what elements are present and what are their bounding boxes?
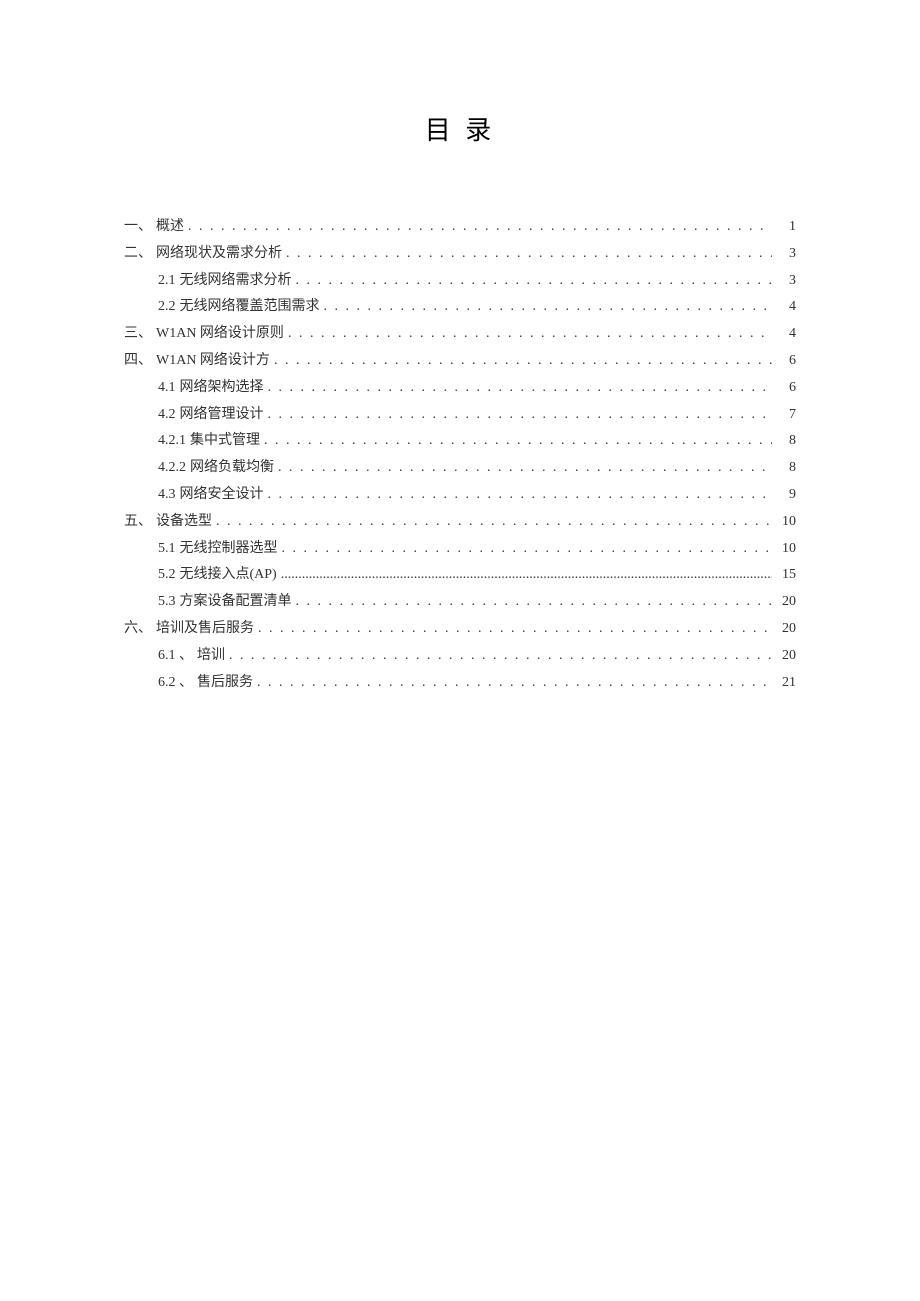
toc-leader — [229, 644, 772, 668]
toc-entry-prefix: 一、 — [124, 215, 152, 239]
toc-leader — [296, 269, 773, 293]
toc-leader — [268, 483, 773, 507]
toc-entry-page: 20 — [776, 617, 796, 641]
toc-entry-text: 培训 — [197, 644, 225, 668]
toc-leader — [264, 429, 772, 453]
toc-entry-page: 4 — [776, 295, 796, 319]
toc-entry-prefix: 4.2.2 — [158, 456, 186, 480]
toc-leader — [278, 456, 772, 480]
toc-entry-text: 培训及售后服务 — [156, 617, 254, 641]
toc-leader — [282, 537, 773, 561]
toc-entry-page: 4 — [776, 322, 796, 346]
toc-entry-prefix: 5.2 — [158, 563, 176, 587]
toc-entry-page: 21 — [776, 671, 796, 695]
toc-entry-prefix: 二、 — [124, 242, 152, 266]
toc-entry-prefix: 四、 — [124, 349, 152, 373]
toc-entry-text: 集中式管理 — [190, 429, 260, 453]
toc-entry-page: 10 — [776, 537, 796, 561]
toc-leader — [296, 590, 773, 614]
toc-entry-text: 售后服务 — [197, 671, 253, 695]
toc-entry-text: 网络负载均衡 — [190, 456, 274, 480]
toc-entry-page: 1 — [776, 215, 796, 239]
toc-entry: 6.2 、 售后服务 21 — [158, 671, 796, 695]
toc-entry-text: 网络架构选择 — [180, 376, 264, 400]
toc-entry-prefix: 六、 — [124, 617, 152, 641]
toc-entry-prefix: 5.1 — [158, 537, 176, 561]
toc-entry: 4.3 网络安全设计 9 — [158, 483, 796, 507]
toc-entry: 5.1 无线控制器选型 10 — [158, 537, 796, 561]
toc-entry: 4.2.1 集中式管理 8 — [158, 429, 796, 453]
toc-entry-text: 无线接入点(AP) — [180, 563, 277, 587]
toc-entry: 4.2 网络管理设计 7 — [158, 403, 796, 427]
toc-entry: 5.2 无线接入点(AP) 15 — [158, 563, 796, 587]
toc-entry: 2.2 无线网络覆盖范围需求 4 — [158, 295, 796, 319]
toc-entry-text: W1AN 网络设计方 — [156, 349, 270, 373]
toc-leader — [324, 295, 773, 319]
toc-entry-text: W1AN 网络设计原则 — [156, 322, 284, 346]
toc-entry-text: 无线网络需求分析 — [180, 269, 292, 293]
toc-entry-page: 20 — [776, 644, 796, 668]
toc-entry: 4.2.2 网络负载均衡 8 — [158, 456, 796, 480]
toc-entry: 三、W1AN 网络设计原则 4 — [124, 322, 796, 346]
toc-entry-text: 网络现状及需求分析 — [156, 242, 282, 266]
toc-entry: 5.3 方案设备配置清单 20 — [158, 590, 796, 614]
toc-entry: 四、W1AN 网络设计方 6 — [124, 349, 796, 373]
toc-entry-page: 3 — [776, 269, 796, 293]
toc-leader — [216, 510, 772, 534]
toc-leader — [274, 349, 772, 373]
toc-entry-prefix: 五、 — [124, 510, 152, 534]
toc-leader — [286, 242, 772, 266]
toc-entry-text: 方案设备配置清单 — [180, 590, 292, 614]
toc-entry-prefix: 6.2 、 — [158, 671, 193, 695]
toc-entry-text: 网络管理设计 — [180, 403, 264, 427]
toc-leader — [268, 403, 773, 427]
toc-list: 一、概述1二、网络现状及需求分析32.1 无线网络需求分析32.2 无线网络覆盖… — [124, 215, 796, 694]
toc-entry-prefix: 5.3 — [158, 590, 176, 614]
toc-leader — [257, 671, 772, 695]
toc-entry-page: 9 — [776, 483, 796, 507]
toc-entry-prefix: 6.1 、 — [158, 644, 193, 668]
toc-entry: 二、网络现状及需求分析 3 — [124, 242, 796, 266]
toc-entry: 六、培训及售后服务 20 — [124, 617, 796, 641]
toc-entry-page: 6 — [776, 376, 796, 400]
toc-entry-page: 6 — [776, 349, 796, 373]
toc-entry-page: 20 — [776, 590, 796, 614]
toc-entry-text: 设备选型 — [156, 510, 212, 534]
toc-entry-text: 网络安全设计 — [180, 483, 264, 507]
toc-entry-prefix: 4.3 — [158, 483, 176, 507]
toc-entry-text: 无线网络覆盖范围需求 — [180, 295, 320, 319]
toc-leader — [281, 563, 772, 587]
toc-entry-prefix: 4.2.1 — [158, 429, 186, 453]
toc-entry: 五、设备选型 10 — [124, 510, 796, 534]
toc-entry-page: 10 — [776, 510, 796, 534]
toc-entry-prefix: 4.1 — [158, 376, 176, 400]
toc-entry-prefix: 4.2 — [158, 403, 176, 427]
toc-entry-text: 概述 — [156, 215, 184, 239]
toc-entry: 2.1 无线网络需求分析 3 — [158, 269, 796, 293]
toc-entry-page: 15 — [776, 563, 796, 587]
toc-title: 目 录 — [124, 110, 796, 147]
toc-leader — [268, 376, 773, 400]
toc-entry-page: 8 — [776, 456, 796, 480]
toc-entry-prefix: 2.1 — [158, 269, 176, 293]
toc-leader — [288, 322, 772, 346]
toc-entry: 一、概述 1 — [124, 215, 796, 239]
toc-entry: 6.1 、 培训 20 — [158, 644, 796, 668]
toc-entry-page: 8 — [776, 429, 796, 453]
toc-entry-page: 3 — [776, 242, 796, 266]
toc-leader — [188, 215, 772, 239]
toc-entry-prefix: 2.2 — [158, 295, 176, 319]
toc-leader — [258, 617, 772, 641]
toc-entry-text: 无线控制器选型 — [180, 537, 278, 561]
toc-entry: 4.1 网络架构选择 6 — [158, 376, 796, 400]
toc-entry-page: 7 — [776, 403, 796, 427]
toc-entry-prefix: 三、 — [124, 322, 152, 346]
